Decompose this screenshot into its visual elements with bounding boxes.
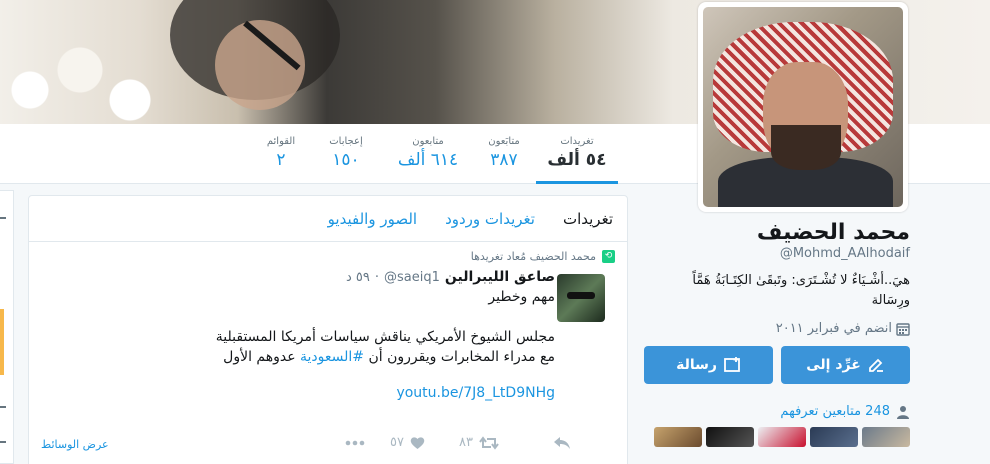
tab-tweets[interactable]: تغريدات xyxy=(563,210,613,228)
left-sidebar-panel xyxy=(0,190,14,464)
person-icon xyxy=(897,405,909,419)
follower-avatar[interactable] xyxy=(654,427,702,447)
nav-tweets-count: ٥٤ ألف xyxy=(547,150,607,170)
compose-icon xyxy=(868,358,883,372)
timeline: تغريدات تغريدات وردود الصور والفيديو ⟲ م… xyxy=(28,195,628,464)
join-date-text: انضم في فبراير ٢٠١١ xyxy=(775,321,892,336)
join-date: انضم في فبراير ٢٠١١ xyxy=(642,321,910,336)
follower-avatar[interactable] xyxy=(810,427,858,447)
message-label: رسالة xyxy=(676,357,717,373)
tweet-separator: · xyxy=(374,270,379,285)
panel-highlight xyxy=(0,309,4,375)
tweet-header: صاعق الليبرالين @saeiq1 · ٥٩ د xyxy=(43,269,555,285)
avatar-beard xyxy=(771,125,841,170)
panel-line xyxy=(0,217,6,219)
hashtag-link[interactable]: #السعودية xyxy=(300,349,364,365)
profile-name[interactable]: محمد الحضيف xyxy=(642,220,910,245)
nav-tweets-label: تغريدات xyxy=(560,136,594,147)
message-icon xyxy=(724,357,740,372)
reply-button[interactable] xyxy=(499,436,571,450)
followers-thumbnails xyxy=(642,427,910,447)
nav-following-count: ٣٨٧ xyxy=(490,150,518,170)
tweet-line: مع مدراء المخابرات ويقررون أن #السعودية … xyxy=(43,347,555,367)
banner-flowers xyxy=(0,30,160,124)
tweet-actions: ٨٣ ٥٧ xyxy=(335,435,571,450)
follower-avatar[interactable] xyxy=(862,427,910,447)
view-media-link[interactable]: عرض الوسائط xyxy=(41,438,109,451)
retweet-button[interactable]: ٨٣ xyxy=(425,435,499,450)
bio-line: ورِسَالة xyxy=(871,293,910,308)
nav-followers[interactable]: متابعون ٦١٤ ألف xyxy=(388,124,468,184)
tweet-url[interactable]: youtu.be/7J8_LtD9NHg xyxy=(43,385,555,401)
followers-you-know-text: 248 متابعين تعرفهم xyxy=(780,404,890,419)
tab-tweets-replies[interactable]: تغريدات وردود xyxy=(445,210,535,228)
more-icon xyxy=(345,440,365,445)
tweet[interactable]: ⟲ محمد الحضيف مُعاد تغريدها صاعق الليبرا… xyxy=(29,242,627,464)
follower-avatar[interactable] xyxy=(758,427,806,447)
nav-lists[interactable]: القوائم ٢ xyxy=(258,124,304,184)
tweet-author-name[interactable]: صاعق الليبرالين xyxy=(445,269,555,285)
nav-followers-count: ٦١٤ ألف xyxy=(397,150,459,170)
tweet-author-handle[interactable]: @saeiq1 xyxy=(384,270,440,285)
tweet-line: مجلس الشيوخ الأمريكي يناقش سياسات أمريكا… xyxy=(215,329,555,345)
more-button[interactable] xyxy=(335,440,365,446)
nav-followers-label: متابعون xyxy=(412,136,444,147)
panel-line xyxy=(0,406,6,408)
profile-bio: هيَ..أشْـيَاءٌ لا تُشْـتَرَى: وتَبقَىٰ ا… xyxy=(642,271,910,311)
tab-media[interactable]: الصور والفيديو xyxy=(328,210,417,228)
message-button[interactable]: رسالة xyxy=(644,346,773,384)
nav-following-label: متابَعون xyxy=(488,136,520,147)
follower-avatar[interactable] xyxy=(706,427,754,447)
retweet-context-text[interactable]: محمد الحضيف مُعاد تغريدها xyxy=(471,250,596,263)
retweet-context: ⟲ محمد الحضيف مُعاد تغريدها xyxy=(43,250,615,263)
nav-likes-label: إعجابات xyxy=(329,136,363,147)
like-count: ٥٧ xyxy=(390,435,404,450)
tweet-line-part: عدوهم الأول xyxy=(223,349,301,365)
tweet-to-label: غرِّد إلى xyxy=(806,357,861,373)
tweet-line: مهم وخطير xyxy=(488,289,555,305)
nav-lists-count: ٢ xyxy=(276,150,286,170)
like-button[interactable]: ٥٧ xyxy=(365,435,425,450)
retweet-icon: ⟲ xyxy=(602,250,615,263)
tweet-timestamp[interactable]: ٥٩ د xyxy=(346,270,370,285)
panel-line xyxy=(0,441,6,443)
nav-likes-count: ١٥٠ xyxy=(332,150,360,170)
tweet-line-part: مع مدراء المخابرات ويقررون أن xyxy=(364,349,555,365)
reply-icon xyxy=(554,436,570,449)
nav-likes[interactable]: إعجابات ١٥٠ xyxy=(320,124,372,184)
timeline-tabs: تغريدات تغريدات وردود الصور والفيديو xyxy=(29,196,627,242)
tweet-text: مهم وخطير مجلس الشيوخ الأمريكي يناقش سيا… xyxy=(43,287,555,367)
tweet-body: صاعق الليبرالين @saeiq1 · ٥٩ د مهم وخطير… xyxy=(43,269,555,401)
profile-info: محمد الحضيف @Mohmd_AAlhodaif هيَ..أشْـيَ… xyxy=(642,215,910,447)
nav-tweets[interactable]: تغريدات ٥٤ ألف xyxy=(536,124,618,184)
followers-you-know[interactable]: 248 متابعين تعرفهم xyxy=(642,404,910,419)
profile-handle[interactable]: @Mohmd_AAlhodaif xyxy=(642,246,910,261)
nav-lists-label: القوائم xyxy=(266,136,296,147)
nav-following[interactable]: متابَعون ٣٨٧ xyxy=(478,124,530,184)
profile-avatar[interactable] xyxy=(698,2,908,212)
avatar-detail xyxy=(567,292,595,299)
heart-icon xyxy=(410,436,425,449)
calendar-icon xyxy=(896,322,910,336)
tweet-author-avatar[interactable] xyxy=(557,274,605,322)
tweet-to-button[interactable]: غرِّد إلى xyxy=(781,346,910,384)
tweet-spacer xyxy=(43,307,555,327)
retweet-count: ٨٣ xyxy=(459,435,473,450)
bio-line: هيَ..أشْـيَاءٌ لا تُشْـتَرَى: وتَبقَىٰ ا… xyxy=(692,273,910,288)
retweet-action-icon xyxy=(479,435,499,450)
profile-actions: غرِّد إلى رسالة xyxy=(642,346,910,384)
avatar-photo xyxy=(703,7,903,207)
